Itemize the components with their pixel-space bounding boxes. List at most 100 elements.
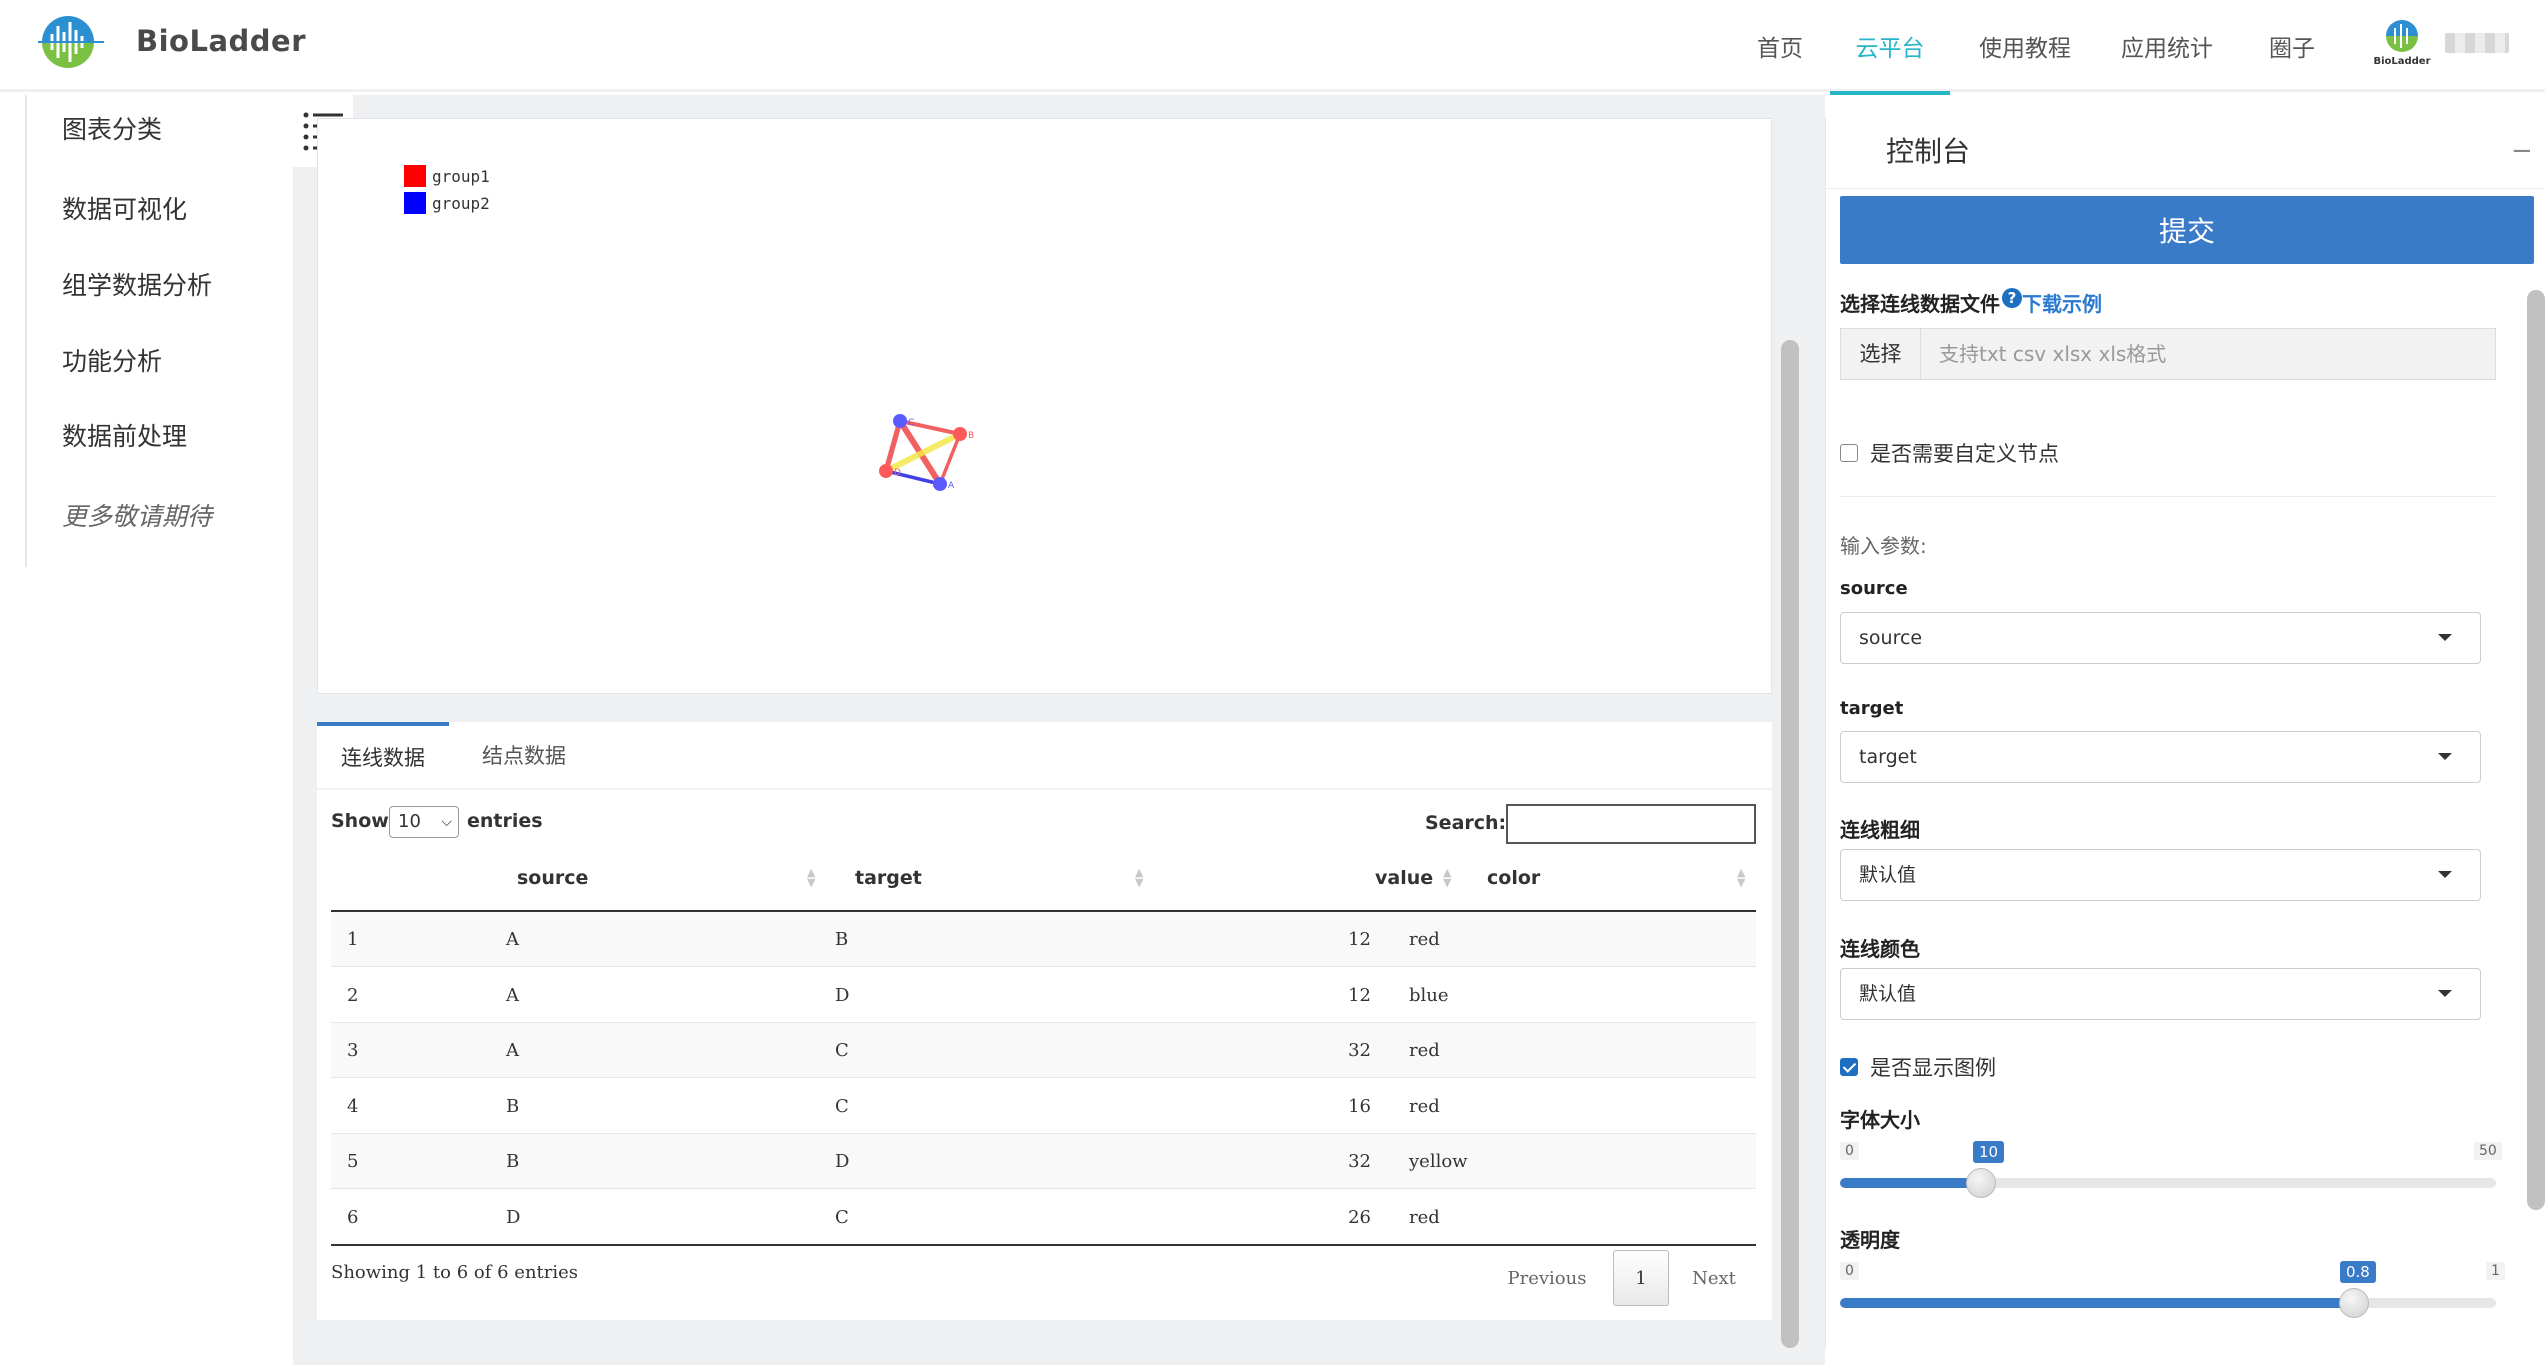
collapse-icon[interactable]: − (2511, 136, 2533, 166)
opacity-max: 1 (2486, 1262, 2505, 1280)
user-avatar[interactable]: BioLadder (2373, 16, 2431, 68)
pagination-previous[interactable]: Previous (1497, 1250, 1597, 1306)
sidebar-item-function-analysis[interactable]: 功能分析 (62, 342, 162, 378)
source-select[interactable]: source (1840, 612, 2481, 664)
checkbox-checked[interactable] (1840, 1058, 1858, 1076)
download-example-link[interactable]: 下载示例 (2022, 292, 2102, 316)
source-label: source (1840, 578, 1908, 599)
font-size-slider-handle[interactable] (1966, 1168, 1996, 1198)
row-index: 1 (347, 929, 359, 950)
cell-source: A (506, 984, 519, 1006)
sidebar-item-data-preprocessing[interactable]: 数据前处理 (62, 417, 187, 453)
network-graph[interactable]: C B D A (878, 399, 998, 499)
column-header-target[interactable]: target (855, 867, 922, 889)
file-upload-label: 选择连线数据文件? 下载示例 (1840, 288, 2102, 317)
help-icon[interactable]: ? (2002, 288, 2022, 308)
cell-color: red (1409, 1206, 1440, 1228)
legend-swatch-red (404, 165, 426, 187)
tab-node-data[interactable]: 结点数据 (449, 722, 599, 788)
opacity-slider-fill (1840, 1298, 2360, 1308)
column-header-color[interactable]: color (1487, 867, 1540, 889)
legend-item-group2: group2 (404, 192, 490, 214)
line-width-label: 连线粗细 (1840, 818, 1920, 842)
custom-nodes-label: 是否需要自定义节点 (1870, 442, 2059, 466)
graph-node-A[interactable] (933, 477, 947, 491)
table-footer-border (331, 1244, 1756, 1246)
cell-value: 16 (1348, 1095, 1371, 1117)
custom-nodes-checkbox[interactable]: 是否需要自定义节点 (1840, 438, 2059, 468)
table-row[interactable]: 1 A B 12 red (331, 912, 1756, 967)
cell-source: B (506, 1151, 520, 1172)
checkbox-unchecked[interactable] (1840, 444, 1858, 462)
column-header-source[interactable]: source (517, 867, 588, 889)
show-legend-checkbox[interactable]: 是否显示图例 (1840, 1052, 1996, 1082)
nav-tutorial[interactable]: 使用教程 (1965, 0, 2085, 92)
graph-node-C[interactable] (893, 414, 907, 428)
cell-color: red (1409, 1095, 1440, 1117)
font-size-slider[interactable] (1840, 1178, 2496, 1188)
table-row[interactable]: 5 B D 32 yellow (331, 1134, 1756, 1189)
line-color-select[interactable]: 默认值 (1840, 968, 2481, 1020)
cell-target: B (835, 929, 849, 950)
nav-cloud-platform[interactable]: 云平台 (1830, 0, 1950, 95)
file-label-text: 选择连线数据文件 (1840, 292, 2000, 316)
line-width-select[interactable]: 默认值 (1840, 849, 2481, 901)
source-select-value: source (1859, 627, 1923, 649)
cell-color: red (1409, 1040, 1440, 1061)
font-size-min: 0 (1840, 1142, 1859, 1160)
submit-button[interactable]: 提交 (1840, 196, 2534, 264)
tab-edge-data[interactable]: 连线数据 (317, 722, 449, 788)
table-row[interactable]: 4 B C 16 red (331, 1079, 1756, 1134)
sort-icon[interactable]: ▲ ▼ (807, 867, 815, 888)
table-row[interactable]: 6 D C 26 red (331, 1190, 1756, 1245)
file-select-button[interactable]: 选择 (1841, 329, 1921, 379)
column-header-value[interactable]: value (1375, 867, 1433, 889)
font-size-label: 字体大小 (1840, 1108, 1920, 1132)
row-index: 6 (347, 1206, 359, 1228)
page-size-select[interactable]: 10 ⌵ (389, 806, 459, 838)
params-label: 输入参数: (1840, 534, 1927, 558)
graph-node-label: C (908, 418, 914, 428)
cell-value: 32 (1348, 1151, 1371, 1172)
sort-icon[interactable]: ▲ ▼ (1443, 867, 1451, 888)
pagination-page-1[interactable]: 1 (1613, 1250, 1669, 1306)
target-select-value: target (1859, 746, 1917, 768)
bioladder-logo[interactable] (38, 12, 128, 72)
nav-circle[interactable]: 圈子 (2252, 0, 2332, 92)
avatar-label: BioLadder (2373, 56, 2430, 67)
cell-value: 12 (1348, 984, 1371, 1006)
cell-value: 26 (1348, 1206, 1371, 1228)
nav-app-stats[interactable]: 应用统计 (2107, 0, 2227, 92)
opacity-slider-handle[interactable] (2339, 1288, 2369, 1318)
nav-home[interactable]: 首页 (1740, 0, 1820, 92)
pagination-next[interactable]: Next (1679, 1250, 1749, 1306)
sort-icon[interactable]: ▲ ▼ (1737, 867, 1745, 888)
caret-down-icon (2438, 634, 2452, 641)
caret-down-icon (2438, 990, 2452, 997)
sort-icon[interactable]: ▲ ▼ (1135, 867, 1143, 888)
console-scrollbar[interactable] (2527, 290, 2545, 1210)
search-input[interactable] (1506, 804, 1756, 844)
file-upload-field[interactable]: 选择 支持txt csv xlsx xls格式 (1840, 328, 2496, 380)
brand-name[interactable]: BioLadder (136, 24, 306, 58)
cell-target: C (835, 1040, 849, 1061)
row-index: 2 (347, 984, 359, 1006)
sidebar-item-data-visualization[interactable]: 数据可视化 (62, 190, 187, 226)
content-scrollbar[interactable] (1781, 340, 1799, 1348)
show-label: Show (331, 810, 389, 832)
target-label: target (1840, 698, 1904, 719)
sidebar-item-chart-category[interactable]: 图表分类 (62, 110, 162, 146)
table-row[interactable]: 3 A C 32 red (331, 1023, 1756, 1078)
table-info: Showing 1 to 6 of 6 entries (331, 1262, 579, 1283)
graph-node-D[interactable] (879, 464, 893, 478)
line-width-value: 默认值 (1859, 864, 1917, 886)
target-select[interactable]: target (1840, 731, 2481, 783)
opacity-slider[interactable] (1840, 1298, 2496, 1308)
table-row[interactable]: 2 A D 12 blue (331, 968, 1756, 1023)
username-blurred[interactable] (2445, 33, 2509, 53)
graph-node-B[interactable] (953, 427, 967, 441)
graph-node-label: B (968, 431, 974, 441)
control-console: 控制台 − 提交 选择连线数据文件? 下载示例 选择 支持txt csv xlsx… (1825, 118, 2545, 1348)
sidebar-item-omics-analysis[interactable]: 组学数据分析 (62, 266, 212, 302)
cell-value: 32 (1348, 1040, 1371, 1061)
